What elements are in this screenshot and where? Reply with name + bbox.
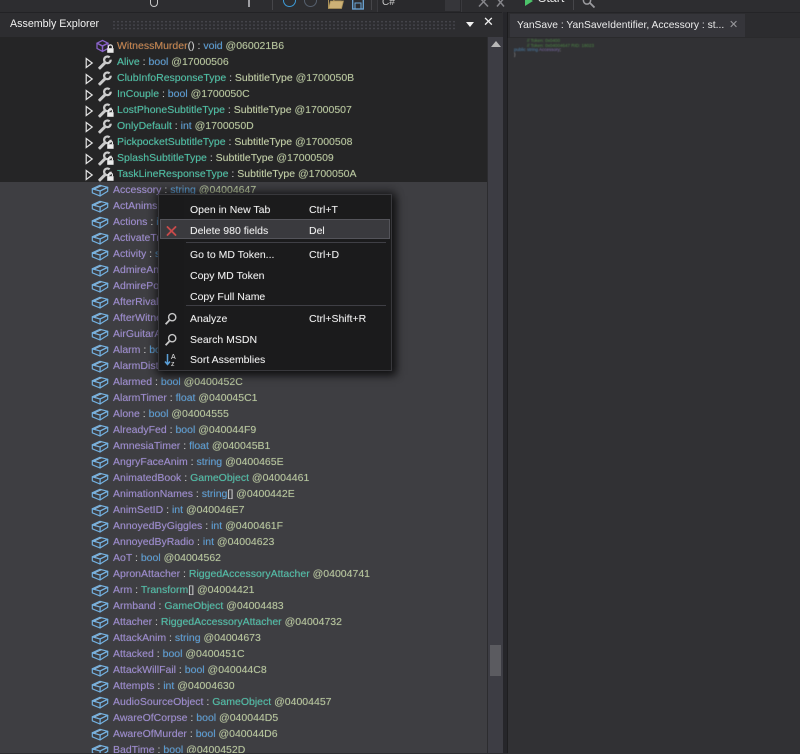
svg-text:z: z — [171, 361, 175, 367]
svg-text:A: A — [171, 354, 176, 361]
